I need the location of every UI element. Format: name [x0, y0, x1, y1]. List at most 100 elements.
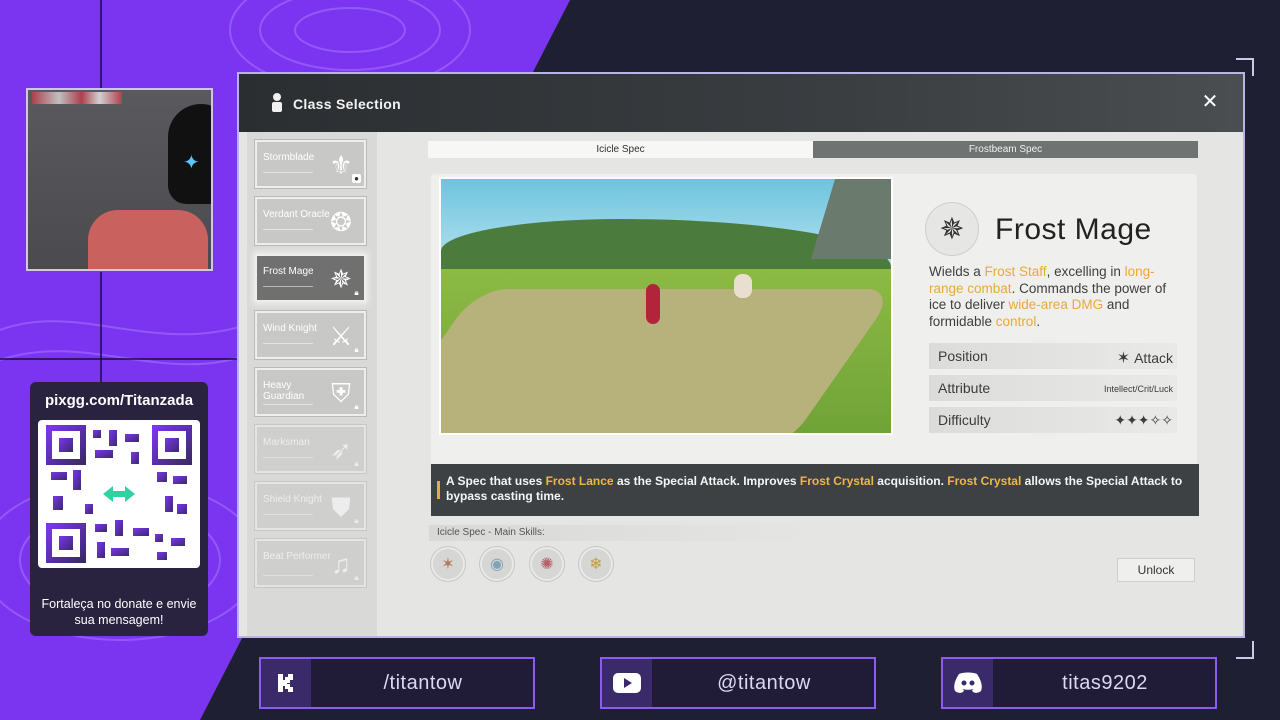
class-name: Frost Mage: [263, 266, 314, 277]
skill-vortex-icon[interactable]: ✺: [530, 547, 564, 581]
class-preview-video: [439, 177, 893, 435]
lock-icon: 🔒︎: [354, 516, 359, 525]
class-stats: [263, 575, 313, 581]
spec-text: as the Special Attack. Improves: [613, 474, 800, 488]
class-name: Marksman: [263, 437, 310, 448]
class-emblem-icon: ❂: [330, 207, 352, 237]
attr-row-position: Position ✶ Attack: [929, 343, 1177, 369]
donate-caption: Fortaleça no donate e envie sua mensagem…: [41, 597, 197, 627]
attack-icon: ✶: [1116, 350, 1131, 367]
corner-bracket: [1236, 641, 1254, 659]
webcam-feed: ✦: [26, 88, 213, 271]
class-info-card: ✵ Frost Mage Wields a Frost Staff, excel…: [905, 194, 1197, 459]
profile-icon: ●: [352, 174, 361, 183]
lock-icon: 🔒︎: [354, 459, 359, 468]
discord-icon: [943, 659, 993, 707]
spec-description-bar: A Spec that uses Frost Lance as the Spec…: [431, 464, 1199, 516]
spec-highlight: Frost Crystal: [799, 474, 874, 488]
lock-icon: 🔒︎: [354, 402, 359, 411]
class-stats: [263, 229, 313, 235]
preview-character: [646, 284, 660, 324]
close-icon[interactable]: ✕: [1199, 91, 1221, 113]
donate-url[interactable]: pixgg.com/Titanzada: [30, 392, 208, 409]
attr-label: Difficulty: [938, 412, 991, 428]
webcam-stickers: [32, 92, 122, 104]
headset-logo-icon: ✦: [183, 152, 200, 174]
game-title-bar: Class Selection ✕: [239, 74, 1243, 132]
class-name: Verdant Oracle: [263, 209, 330, 220]
class-title: Frost Mage: [995, 213, 1152, 246]
class-name: Wind Knight: [263, 323, 317, 334]
social-kick[interactable]: /titantow: [259, 657, 535, 709]
spec-highlight: Frost Lance: [545, 474, 614, 488]
desc-text: Wields a: [929, 264, 985, 279]
class-item-beat-performer[interactable]: Beat Performer ♫ 🔒︎: [255, 539, 366, 587]
corner-bracket: [1236, 58, 1254, 76]
attr-row-attribute: Attribute Intellect/Crit/Luck: [929, 375, 1177, 401]
qr-code[interactable]: [38, 420, 200, 568]
youtube-icon: [602, 659, 652, 707]
attr-label: Position: [938, 348, 988, 364]
lock-icon: 🔒︎: [354, 288, 359, 297]
class-stats: [263, 343, 313, 349]
desc-highlight: wide-area DMG: [1008, 297, 1104, 312]
tab-icicle-spec[interactable]: Icicle Spec: [428, 141, 813, 158]
class-item-verdant-oracle[interactable]: Verdant Oracle ❂: [255, 197, 366, 245]
class-item-frost-mage[interactable]: Frost Mage ✵ 🔒︎: [255, 254, 366, 302]
class-item-marksman[interactable]: Marksman ➶ 🔒︎: [255, 425, 366, 473]
grid-line: [0, 358, 237, 360]
spec-highlight: Frost Crystal: [947, 474, 1022, 488]
preview-enemy: [734, 274, 752, 298]
attr-value-text: Attack: [1134, 350, 1173, 366]
page-title: Class Selection: [293, 96, 401, 112]
class-name: Shield Knight: [263, 494, 322, 505]
social-discord[interactable]: titas9202: [941, 657, 1217, 709]
donate-card: pixgg.com/Titanzada Fortaleça no donate …: [30, 382, 208, 636]
grid-line: [100, 272, 102, 382]
attr-label: Attribute: [938, 380, 991, 396]
attr-value: ✶ Attack: [1117, 348, 1173, 368]
kick-icon: [261, 659, 311, 707]
grid-line: [100, 0, 102, 88]
class-name: Beat Performer: [263, 551, 331, 562]
class-description: Wields a Frost Staff, excelling in long-…: [929, 264, 1181, 330]
social-handle: /titantow: [383, 672, 463, 694]
skill-frost-nova-icon[interactable]: ❄: [579, 547, 613, 581]
lock-icon: 🔒︎: [354, 345, 359, 354]
lock-icon: 🔒︎: [354, 573, 359, 582]
webcam-streamer: [88, 210, 208, 269]
social-handle: @titantow: [717, 672, 811, 694]
class-list: Stormblade ⚜ ● Verdant Oracle ❂ Frost Ma…: [247, 132, 377, 636]
attr-value: Intellect/Crit/Luck: [1103, 384, 1173, 394]
desc-text: , excelling in: [1046, 264, 1125, 279]
spec-text: A Spec that uses: [446, 474, 546, 488]
class-item-wind-knight[interactable]: Wind Knight ⚔ 🔒︎: [255, 311, 366, 359]
difficulty-stars: ✦✦✦✧✧: [1114, 412, 1173, 428]
spec-tabs: Icicle Spec Frostbeam Spec: [428, 141, 1198, 158]
tab-frostbeam-spec[interactable]: Frostbeam Spec: [813, 141, 1198, 158]
unlock-button[interactable]: Unlock: [1117, 558, 1195, 582]
spec-description: A Spec that uses Frost Lance as the Spec…: [446, 474, 1194, 504]
game-window: Class Selection ✕ Stormblade ⚜ ● Verdant…: [237, 72, 1245, 638]
class-name: Stormblade: [263, 152, 315, 163]
class-item-heavy-guardian[interactable]: Heavy Guardian ⛨ 🔒︎: [255, 368, 366, 416]
skill-ice-orb-icon[interactable]: ◉: [480, 547, 514, 581]
qr-code-icon: [46, 425, 192, 563]
social-youtube[interactable]: @titantow: [600, 657, 876, 709]
class-stats: [263, 286, 313, 292]
desc-highlight: Frost Staff: [984, 264, 1047, 279]
spec-marker: [437, 481, 440, 499]
class-name: Heavy Guardian: [263, 380, 305, 402]
person-icon: [272, 93, 282, 112]
social-handle: titas9202: [1062, 672, 1148, 694]
desc-text: .: [1036, 313, 1041, 329]
class-item-stormblade[interactable]: Stormblade ⚜ ●: [255, 140, 366, 188]
desc-highlight: control: [995, 313, 1037, 329]
frost-mage-emblem-icon: ✵: [925, 202, 979, 256]
class-stats: [263, 404, 313, 410]
spec-text: acquisition.: [873, 474, 948, 488]
class-stats: [263, 457, 313, 463]
skill-frost-lance-icon[interactable]: ✶: [431, 547, 465, 581]
class-stats: [263, 172, 313, 178]
class-item-shield-knight[interactable]: Shield Knight ⛊ 🔒︎: [255, 482, 366, 530]
